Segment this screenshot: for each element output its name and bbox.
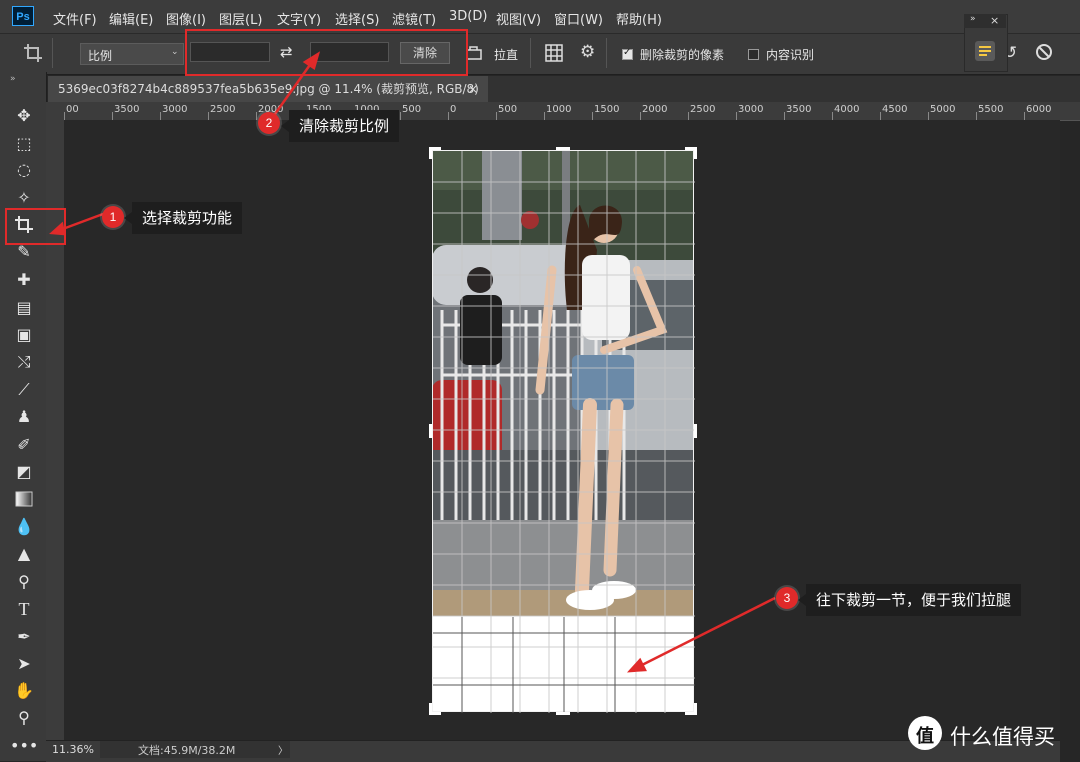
step3-callout: 往下裁剪一节，便于我们拉腿 <box>797 584 1022 616</box>
watermark-logo-char: 值 <box>916 726 934 747</box>
watermark-text: 什么值得买 <box>950 725 1055 749</box>
annotation-arrows <box>49 51 776 673</box>
step2-badge: 2 <box>258 112 280 134</box>
step1-badge: 1 <box>102 206 124 228</box>
watermark-logo: 值 <box>908 716 942 750</box>
step2-callout: 清除裁剪比例 <box>280 110 400 142</box>
step1-callout: 选择裁剪功能 <box>123 202 243 234</box>
watermark: 值 什么值得买 <box>906 714 1076 756</box>
step3-badge: 3 <box>776 587 798 609</box>
